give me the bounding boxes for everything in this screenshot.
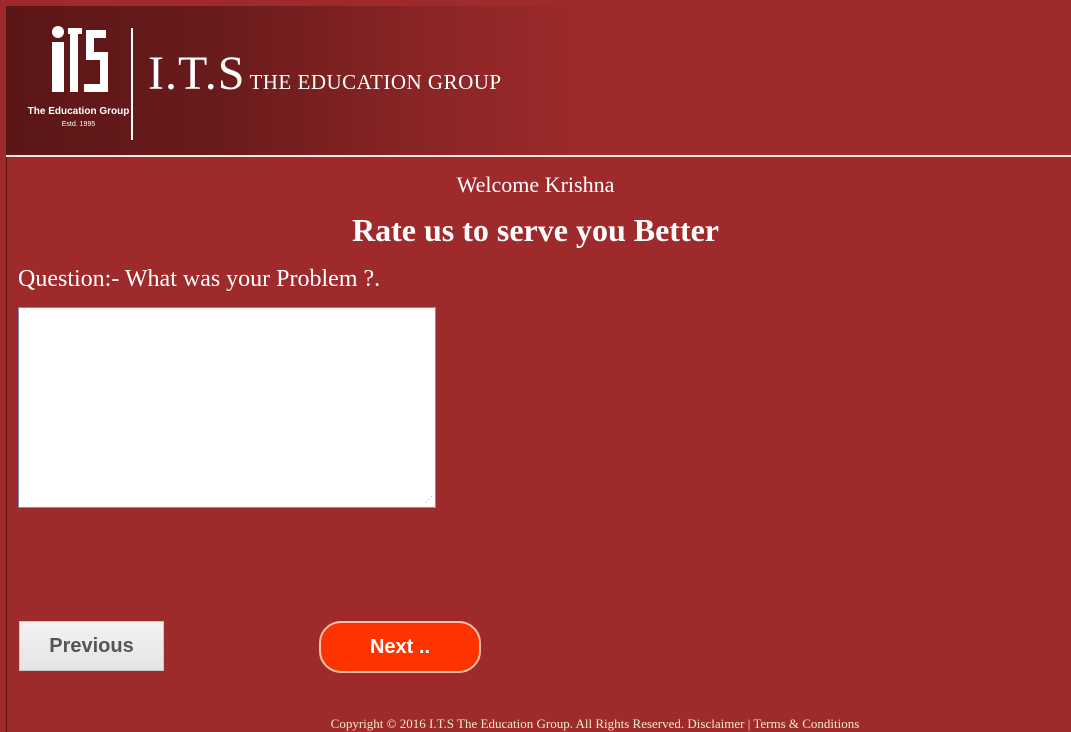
- footer: Copyright © 2016 I.T.S The Education Gro…: [0, 716, 1071, 732]
- logo-established: Estd. 1995: [61, 121, 96, 128]
- resize-grip-icon[interactable]: ⋰: [425, 496, 433, 504]
- its-logo[interactable]: The Education Group Estd. 1995: [26, 20, 131, 145]
- footer-terms-link[interactable]: Terms & Conditions: [753, 716, 859, 731]
- answer-textarea[interactable]: [18, 307, 436, 508]
- footer-copyright: Copyright © 2016 I.T.S The Education Gro…: [330, 716, 685, 731]
- brand-main: I.T.S: [148, 47, 246, 100]
- footer-disclaimer-link[interactable]: Disclaimer: [687, 716, 744, 731]
- previous-button[interactable]: Previous: [19, 621, 164, 671]
- brand-sub: THE EDUCATION GROUP: [249, 70, 502, 94]
- its-logo-icon: [52, 26, 108, 92]
- page-heading: Rate us to serve you Better: [352, 212, 719, 248]
- footer-separator: |: [747, 716, 751, 731]
- logo-divider: [131, 28, 133, 140]
- brand-title: I.T.S THE EDUCATION GROUP: [148, 46, 502, 101]
- next-button[interactable]: Next ..: [319, 621, 481, 673]
- logo-tagline: The Education Group: [27, 106, 130, 117]
- question-label: Question:- What was your Problem ?.: [18, 266, 381, 292]
- welcome-text: Welcome Krishna: [456, 172, 615, 197]
- site-header: The Education Group Estd. 1995 I.T.S THE…: [6, 6, 1071, 157]
